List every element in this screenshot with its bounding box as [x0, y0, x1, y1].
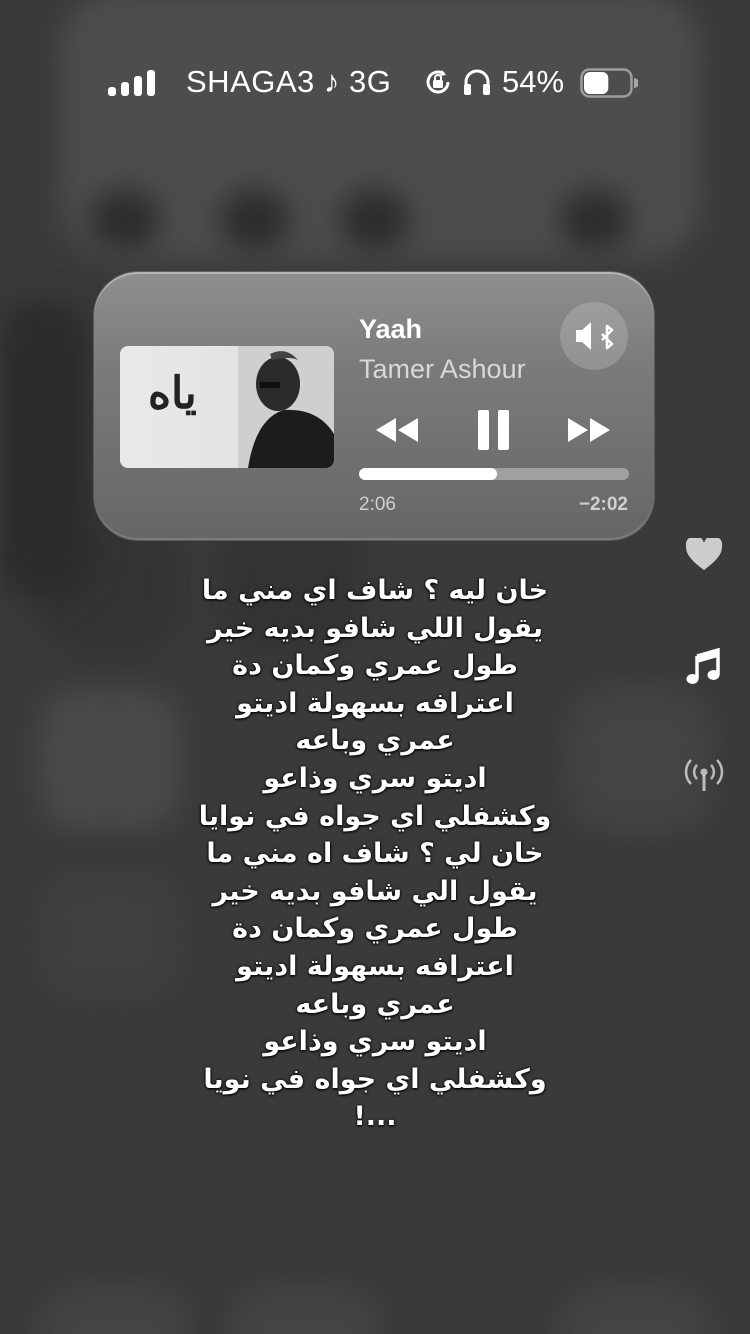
blurred-icon — [90, 190, 160, 250]
artist-portrait-image — [238, 346, 334, 468]
lyrics-line: يقول الي شافو بديه خير — [212, 875, 538, 907]
pause-icon[interactable] — [474, 408, 514, 452]
lyrics-line: وكشفلي اي جواه في نوايا — [198, 800, 552, 832]
lyrics-line: اديتو سري وذاعو — [263, 1026, 487, 1058]
artist-name: Tamer Ashour — [359, 354, 526, 384]
music-note-icon[interactable] — [686, 648, 720, 686]
playback-scrubber[interactable] — [359, 468, 629, 480]
speaker-bluetooth-icon — [576, 322, 614, 350]
lyrics-line: اعترافه بسهولة اديتو — [236, 950, 514, 982]
lyrics-line: عمري وباعه — [295, 725, 455, 757]
blurred-icon — [340, 190, 410, 250]
blurred-dock-icon — [230, 1290, 380, 1334]
lyrics-line: خان ليه ؟ شاف اي مني ما — [201, 575, 549, 606]
rewind-icon[interactable] — [372, 408, 422, 452]
status-bar: SHAGA3 ♪ 3G 54% — [0, 58, 750, 108]
artwork-title-calligraphy: ياه — [148, 368, 197, 419]
lyrics-line: اديتو سري وذاعو — [263, 762, 487, 794]
blurred-icon — [560, 190, 630, 250]
audio-output-button[interactable] — [560, 302, 628, 370]
now-playing-widget[interactable]: ياه Yaah Tamer Ashour 2:06 −2:02 — [94, 272, 654, 540]
lyrics-line: يقول اللي شافو بديه خير — [206, 612, 544, 644]
headphones-icon — [464, 69, 490, 95]
lyrics-text: خان ليه ؟ شاف اي مني ما يقول اللي شافو بد… — [140, 572, 610, 1136]
lyrics-line: طول عمري وكمان دة — [232, 913, 518, 945]
battery-icon — [580, 68, 638, 98]
blurred-panel — [0, 300, 90, 600]
cellular-signal-icon — [108, 70, 156, 96]
elapsed-time: 2:06 — [359, 494, 396, 515]
blurred-dock-icon — [40, 1290, 190, 1334]
blurred-icon — [220, 190, 290, 250]
lyrics-line: اعترافه بسهولة اديتو — [236, 687, 514, 719]
lyrics-line: طول عمري وكمان دة — [232, 650, 518, 682]
remaining-time: −2:02 — [578, 494, 628, 515]
album-artwork[interactable]: ياه — [120, 346, 334, 468]
lyrics-line: خان لي ؟ شاف اه مني ما — [206, 838, 544, 870]
song-title: Yaah — [359, 314, 423, 344]
playback-progress-fill — [359, 468, 497, 480]
blurred-dock-icon — [560, 1290, 710, 1334]
orientation-lock-icon — [426, 70, 450, 94]
lyrics-line: عمري وباعه — [295, 988, 455, 1020]
broadcast-icon[interactable] — [684, 758, 724, 794]
heart-icon[interactable] — [686, 538, 722, 572]
battery-percentage: 54% — [502, 64, 565, 99]
fast-forward-icon[interactable] — [564, 408, 614, 452]
carrier-name: SHAGA3 ♪ 3G — [186, 64, 392, 99]
lyrics-line: وكشفلي اي جواه في نويا — [203, 1063, 547, 1095]
lyrics-line: ...! — [353, 1101, 397, 1133]
